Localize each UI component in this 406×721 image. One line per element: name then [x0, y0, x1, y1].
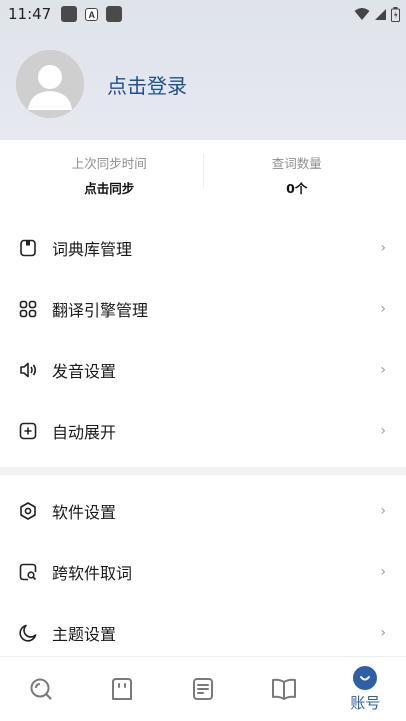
section-divider — [0, 467, 406, 475]
nav-tab-search[interactable] — [0, 657, 81, 721]
font-notification-icon: A — [85, 7, 99, 21]
menu-item-theme-settings[interactable]: 主题设置 › — [0, 602, 406, 663]
bottom-navigation: 账号 — [0, 656, 406, 721]
robot-icon — [111, 678, 132, 700]
app-notification-icon — [106, 6, 123, 22]
sync-value[interactable]: 点击同步 — [84, 178, 134, 197]
lookup-count-label: 查词数量 — [271, 156, 322, 171]
moon-icon — [19, 624, 37, 642]
status-indicators — [354, 6, 400, 22]
menu-label: 软件设置 — [52, 502, 117, 522]
account-icon — [353, 665, 378, 690]
menu-item-translation-engine[interactable]: 翻译引擎管理 › — [0, 278, 406, 339]
lookup-count-stat: 查词数量 0个 — [204, 140, 391, 200]
chevron-right-icon: › — [380, 422, 386, 439]
status-bar: 11:47 A — [0, 0, 406, 28]
search-square-icon — [19, 563, 37, 581]
book-icon — [272, 678, 297, 700]
notes-icon — [193, 678, 213, 700]
default-avatar-icon — [16, 50, 84, 118]
login-link[interactable]: 点击登录 — [107, 70, 187, 99]
menu-item-cross-app-lookup[interactable]: 跨软件取词 › — [0, 541, 406, 602]
avatar[interactable] — [16, 50, 84, 118]
chevron-right-icon: › — [380, 361, 386, 378]
hexagon-settings-icon — [19, 501, 37, 520]
menu-label: 翻译引擎管理 — [52, 300, 149, 320]
dictionary-icon — [19, 239, 37, 257]
nav-tab-wordbook[interactable] — [244, 657, 325, 721]
battery-icon — [391, 6, 400, 22]
menu-label: 跨软件取词 — [52, 563, 133, 583]
menu-label: 自动展开 — [52, 422, 117, 442]
stats-card: 上次同步时间 点击同步 查词数量 0个 — [16, 140, 390, 200]
nav-tab-assistant[interactable] — [81, 657, 162, 721]
sync-label: 上次同步时间 — [71, 156, 147, 171]
menu-group-settings: 软件设置 › 跨软件取词 › 主题设置 › — [0, 480, 406, 663]
nav-tab-notes[interactable] — [162, 657, 243, 721]
chevron-right-icon: › — [380, 239, 386, 256]
profile-section[interactable]: 点击登录 — [16, 50, 187, 118]
search-icon — [30, 678, 52, 700]
notification-icon — [61, 6, 78, 22]
speaker-icon — [19, 361, 37, 379]
menu-item-dictionary-management[interactable]: 词典库管理 › — [0, 217, 406, 278]
menu-group-dictionary: 词典库管理 › 翻译引擎管理 › 发音设置 › 自动展开 › — [0, 217, 406, 461]
chevron-right-icon: › — [380, 502, 386, 519]
menu-label: 发音设置 — [52, 361, 117, 381]
chevron-right-icon: › — [380, 563, 386, 580]
menu-item-auto-expand[interactable]: 自动展开 › — [0, 400, 406, 461]
lookup-count-value: 0个 — [286, 181, 308, 196]
menu-label: 主题设置 — [52, 624, 117, 644]
sync-stat[interactable]: 上次同步时间 点击同步 — [16, 140, 203, 200]
wifi-icon — [354, 8, 370, 20]
menu-label: 词典库管理 — [52, 239, 133, 259]
chevron-right-icon: › — [380, 300, 386, 317]
plus-square-icon — [19, 422, 37, 440]
menu-item-software-settings[interactable]: 软件设置 › — [0, 480, 406, 541]
chevron-right-icon: › — [380, 624, 386, 641]
status-time: 11:47 — [8, 5, 52, 23]
nav-tab-account[interactable]: 账号 — [325, 657, 406, 721]
menu-item-pronunciation-settings[interactable]: 发音设置 › — [0, 339, 406, 400]
grid-icon — [19, 300, 37, 318]
signal-icon — [375, 8, 386, 20]
nav-label-account: 账号 — [350, 693, 381, 712]
